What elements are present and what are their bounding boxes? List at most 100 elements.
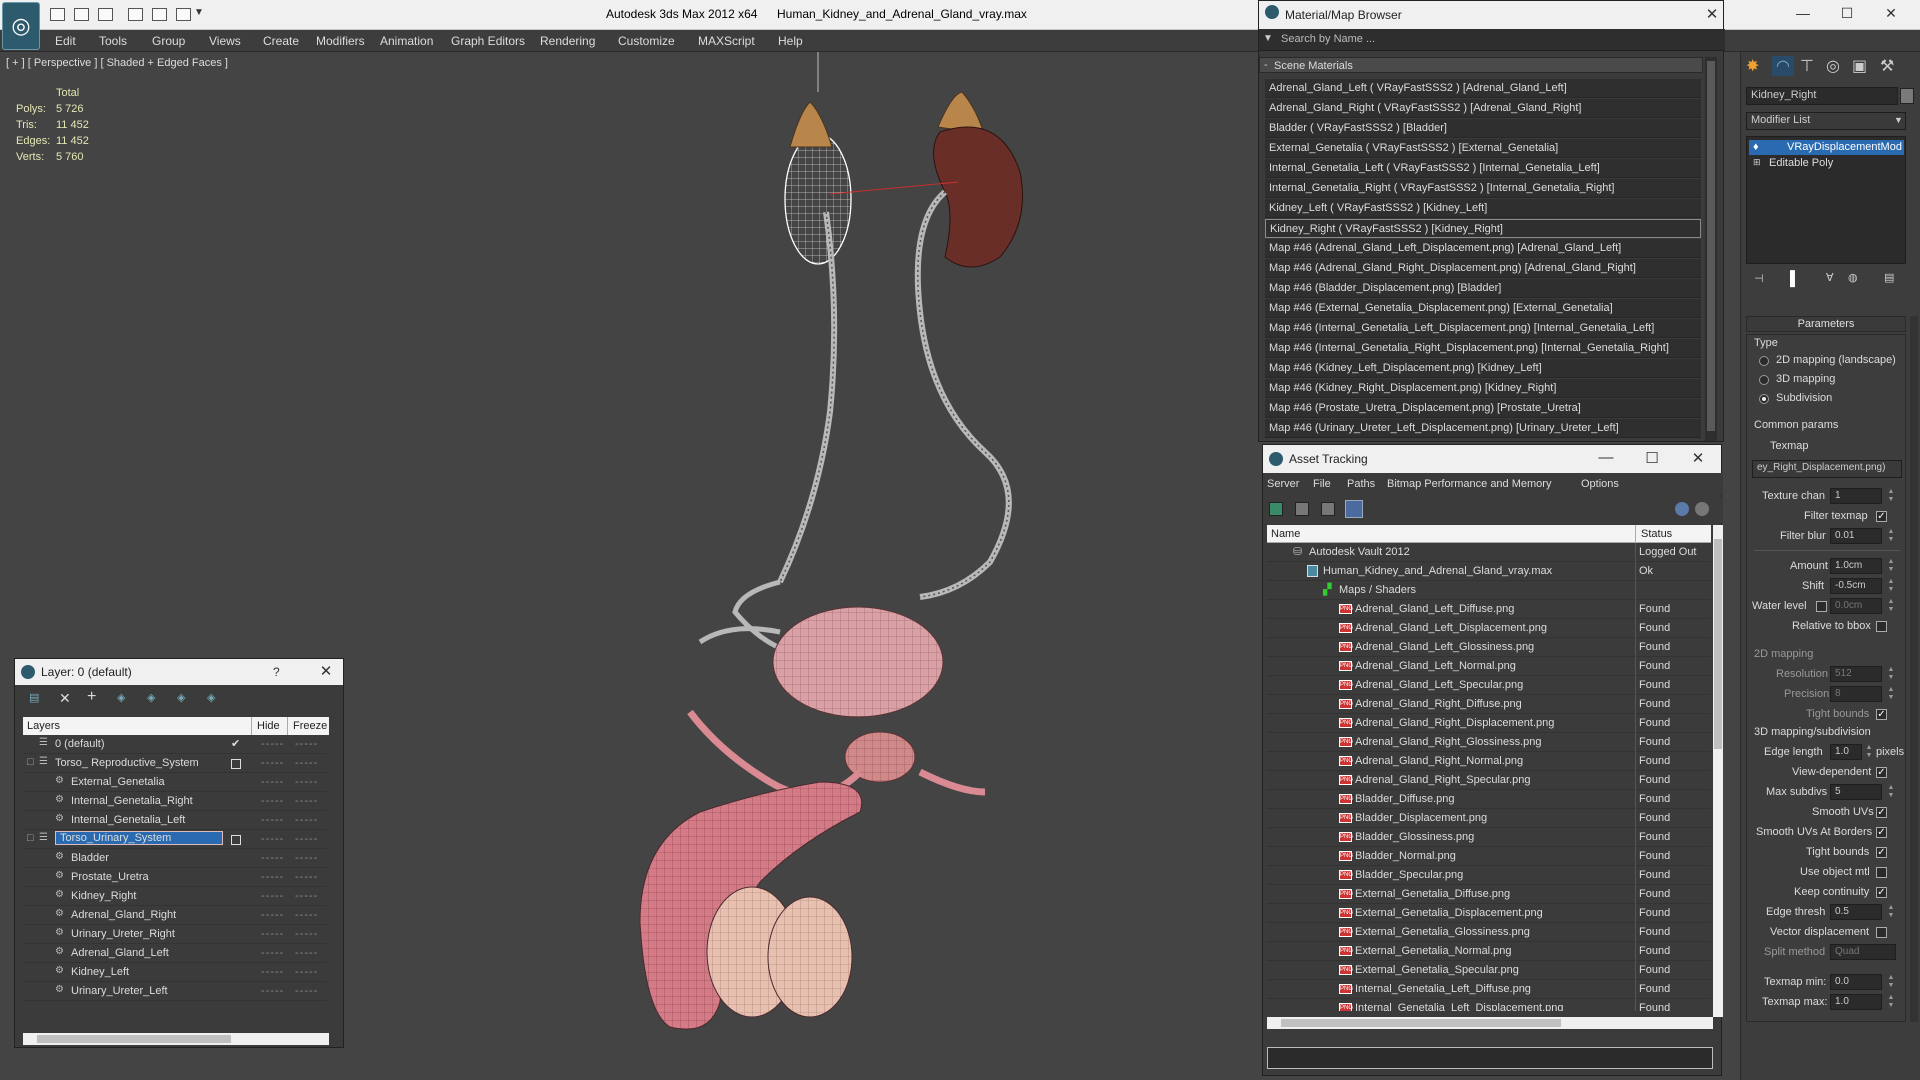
list-view-icon[interactable] xyxy=(1295,502,1309,516)
minimize-icon[interactable]: — xyxy=(1597,449,1615,467)
highlight-selected-icon[interactable]: ◈ xyxy=(147,691,155,704)
select-highlighted-icon[interactable]: ◈ xyxy=(117,691,125,704)
undo-icon[interactable] xyxy=(128,8,143,21)
material-item[interactable]: Map #46 (Adrenal_Gland_Left_Displacement… xyxy=(1265,239,1701,258)
search-menu-icon[interactable]: ▼ xyxy=(1263,33,1273,44)
menu-maxscript[interactable]: MAXScript xyxy=(698,34,755,48)
radio-3d-mapping[interactable] xyxy=(1759,375,1769,385)
create-tab-icon[interactable]: ✸ xyxy=(1746,56,1759,76)
freeze-toggle[interactable]: ----- xyxy=(295,852,318,864)
asset-scrollbar-h[interactable] xyxy=(1267,1017,1713,1029)
help-icon[interactable] xyxy=(1675,502,1689,516)
close-icon[interactable]: ✕ xyxy=(317,662,335,680)
layer-row[interactable]: ☰ 0 (default) ✔ ----- ----- xyxy=(23,735,327,754)
command-panel-scrollbar[interactable] xyxy=(1910,316,1918,1022)
asset-row[interactable]: PNG External_Genetalia_Glossiness.png Foun… xyxy=(1267,923,1711,942)
layer-row[interactable]: ⚙ Bladder ----- ----- xyxy=(23,849,327,868)
freeze-toggle[interactable]: ----- xyxy=(295,928,318,940)
open-file-icon[interactable] xyxy=(74,8,89,21)
precision-field[interactable]: 8 xyxy=(1830,686,1882,702)
hide-toggle[interactable]: ----- xyxy=(261,947,284,959)
freeze-toggle[interactable]: ----- xyxy=(295,947,318,959)
asset-row[interactable]: PNG Internal_Genetalia_Left_Diffuse.png Fo… xyxy=(1267,980,1711,999)
maximize-icon[interactable]: ☐ xyxy=(1836,5,1858,23)
freeze-all-icon[interactable]: ◈ xyxy=(207,691,215,704)
expand-icon[interactable]: ⊞ xyxy=(1753,157,1761,168)
hide-toggle[interactable]: ----- xyxy=(261,871,284,883)
display-tab-icon[interactable]: ▣ xyxy=(1852,56,1867,76)
asset-menu-options[interactable]: Options xyxy=(1581,478,1619,490)
shift-field[interactable]: -0.5cm xyxy=(1830,578,1882,594)
menu-views[interactable]: Views xyxy=(209,34,241,48)
use-object-mtl-checkbox[interactable] xyxy=(1876,867,1887,878)
utilities-tab-icon[interactable]: ⚒ xyxy=(1880,56,1894,76)
menu-graph-editors[interactable]: Graph Editors xyxy=(451,34,525,48)
layer-row[interactable]: ⚙ Adrenal_Gland_Left ----- ----- xyxy=(23,944,327,963)
detail-view-icon[interactable] xyxy=(1321,502,1335,516)
layer-row[interactable]: □ ☰ Torso_Urinary_System ----- ----- xyxy=(23,830,327,849)
hierarchy-tab-icon[interactable]: ⊤ xyxy=(1800,56,1814,76)
parameters-rollout-header[interactable]: Parameters xyxy=(1746,316,1906,332)
new-file-icon[interactable] xyxy=(50,8,65,21)
search-input[interactable]: Search by Name ... xyxy=(1281,33,1375,45)
modify-tab-icon[interactable]: ◠ xyxy=(1772,56,1794,76)
freeze-toggle[interactable]: ----- xyxy=(295,890,318,902)
object-name-field[interactable]: Kidney_Right xyxy=(1746,87,1898,105)
material-item[interactable]: Map #46 (External_Genetalia_Displacement… xyxy=(1265,299,1701,318)
hide-toggle[interactable]: ----- xyxy=(261,852,284,864)
asset-row[interactable]: PNG Bladder_Displacement.png Found xyxy=(1267,809,1711,828)
material-item[interactable]: Map #46 (Urinary_Ureter_Left_Displacemen… xyxy=(1265,419,1701,438)
asset-row[interactable]: PNG External_Genetalia_Diffuse.png Found xyxy=(1267,885,1711,904)
motion-tab-icon[interactable]: ◎ xyxy=(1826,56,1840,76)
chevron-down-icon[interactable]: ▼ xyxy=(1894,115,1903,125)
project-folder-icon[interactable] xyxy=(176,8,191,21)
maximize-icon[interactable]: ☐ xyxy=(1643,449,1661,467)
asset-row[interactable]: PNG Adrenal_Gland_Right_Normal.png Found xyxy=(1267,752,1711,771)
set-current-layer-box[interactable] xyxy=(231,759,241,769)
close-icon[interactable]: ✕ xyxy=(1689,449,1707,467)
table-view-icon[interactable] xyxy=(1345,500,1363,518)
layer-row[interactable]: ⚙ Prostate_Uretra ----- ----- xyxy=(23,868,327,887)
layer-row[interactable]: ⚙ Kidney_Right ----- ----- xyxy=(23,887,327,906)
set-current-layer-box[interactable] xyxy=(231,835,241,845)
menu-tools[interactable]: Tools xyxy=(99,34,127,48)
help-button[interactable]: ? xyxy=(273,665,280,679)
view-dependent-checkbox[interactable]: ✓ xyxy=(1876,767,1887,778)
max-subdivs-field[interactable]: 5 xyxy=(1830,784,1882,800)
freeze-toggle[interactable]: ----- xyxy=(295,738,318,750)
asset-row[interactable]: ⛁ Autodesk Vault 2012 Logged Out xyxy=(1267,543,1711,562)
object-color-swatch[interactable] xyxy=(1900,88,1914,104)
precision-spinner[interactable]: ▲ ▼ xyxy=(1886,686,1896,702)
column-layers[interactable]: Layers xyxy=(27,720,60,732)
resolution-spinner[interactable]: ▲ ▼ xyxy=(1886,666,1896,682)
add-to-layer-icon[interactable]: + xyxy=(87,688,96,706)
hide-toggle[interactable]: ----- xyxy=(261,814,284,826)
bulb-icon[interactable]: ♦ xyxy=(1753,141,1759,153)
close-icon[interactable]: ✕ xyxy=(1703,5,1721,23)
freeze-toggle[interactable]: ----- xyxy=(295,833,318,845)
material-item[interactable]: Internal_Genetalia_Right ( VRayFastSSS2 … xyxy=(1265,179,1701,198)
texmap-button[interactable]: ey_Right_Displacement.png) xyxy=(1752,460,1902,478)
material-item[interactable]: Adrenal_Gland_Left ( VRayFastSSS2 ) [Adr… xyxy=(1265,79,1701,98)
layer-row[interactable]: ⚙ External_Genetalia ----- ----- xyxy=(23,773,327,792)
asset-path-field[interactable] xyxy=(1267,1047,1713,1069)
material-item[interactable]: Internal_Genetalia_Left ( VRayFastSSS2 )… xyxy=(1265,159,1701,178)
redo-icon[interactable] xyxy=(152,8,167,21)
freeze-toggle[interactable]: ----- xyxy=(295,795,318,807)
scene-materials-header[interactable]: - Scene Materials xyxy=(1259,57,1703,73)
settings-icon[interactable] xyxy=(1695,502,1709,516)
radio-subdivision[interactable] xyxy=(1759,394,1769,404)
material-item[interactable]: Kidney_Right ( VRayFastSSS2 ) [Kidney_Ri… xyxy=(1265,219,1701,238)
relative-bbox-checkbox[interactable] xyxy=(1876,621,1887,632)
filter-blur-spinner[interactable]: ▲ ▼ xyxy=(1886,528,1896,544)
material-item[interactable]: Map #46 (Internal_Genetalia_Left_Displac… xyxy=(1265,319,1701,338)
texture-chan-spinner[interactable]: ▲ ▼ xyxy=(1886,488,1896,504)
hide-toggle[interactable]: ----- xyxy=(261,966,284,978)
quick-access-dropdown-icon[interactable]: ▼ xyxy=(194,7,204,18)
remove-modifier-icon[interactable]: ◍ xyxy=(1848,271,1858,284)
freeze-toggle[interactable]: ----- xyxy=(295,909,318,921)
material-item[interactable]: Map #46 (Bladder_Displacement.png) [Blad… xyxy=(1265,279,1701,298)
vector-disp-checkbox[interactable] xyxy=(1876,927,1887,938)
close-icon[interactable]: ✕ xyxy=(1880,5,1902,23)
asset-row[interactable]: PNG Bladder_Normal.png Found xyxy=(1267,847,1711,866)
